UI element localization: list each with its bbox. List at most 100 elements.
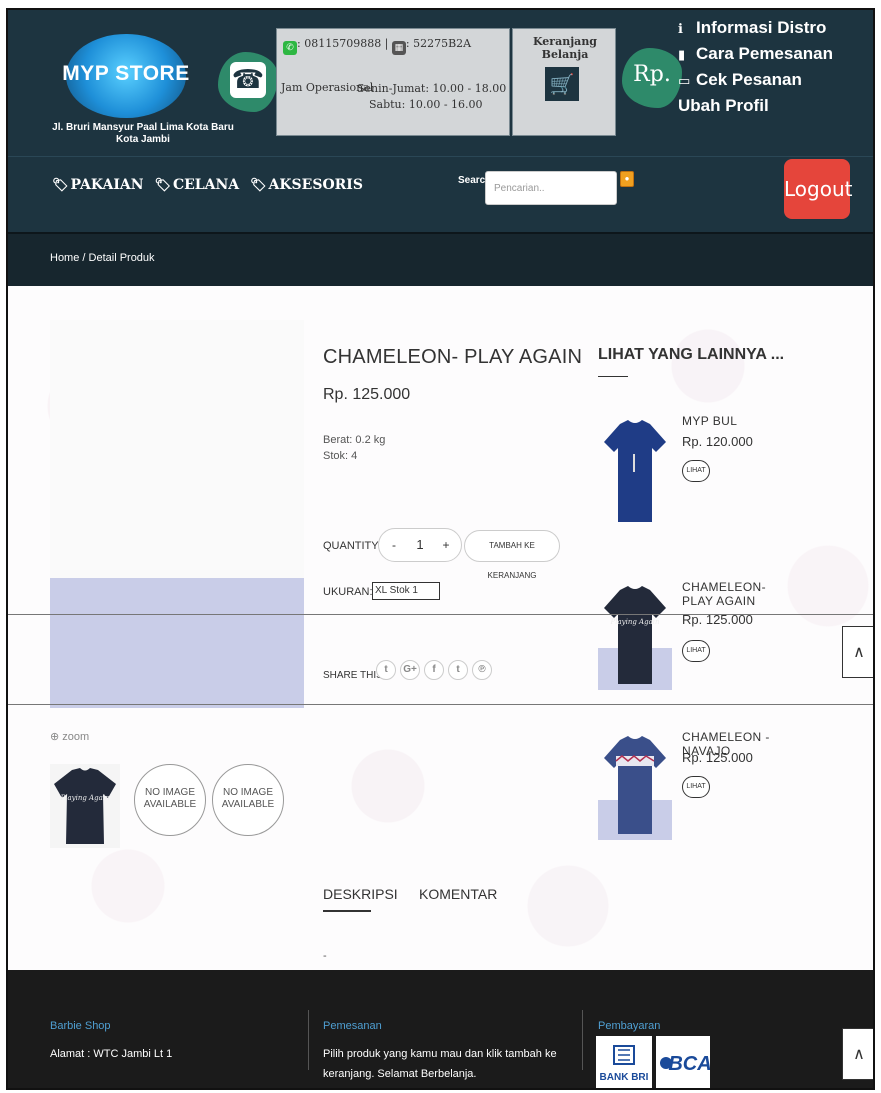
tag-icon: 🏷 [250, 178, 267, 193]
link-cek-pesanan[interactable]: ▭ Cek Pesanan [678, 68, 868, 94]
tag-icon: 🏷 [52, 178, 69, 193]
shopping-cart[interactable]: Keranjang Belanja 🛒 [512, 28, 616, 136]
svg-text:BCA: BCA [668, 1053, 710, 1075]
search-icon: ● [624, 174, 630, 183]
cart-icon[interactable]: 🛒 [545, 67, 579, 101]
related-item-name[interactable]: MYP BUL [682, 414, 792, 428]
footer-scroll-to-top-button[interactable]: ∧ [842, 1028, 873, 1080]
bbm-pin: : 52275B2A [405, 37, 472, 50]
link-cara-pemesanan[interactable]: ▮ Cara Pemesanan [678, 42, 868, 68]
quantity-label: QUANTITY: [323, 540, 382, 552]
monitor-icon: ▭ [678, 74, 691, 89]
quantity-input[interactable]: 1 [405, 529, 435, 561]
bank-bri-logo: BANK BRI [596, 1036, 652, 1088]
footer-heading-shop: Barbie Shop [50, 1020, 111, 1032]
site-header: MYP STORE Jl. Bruri Mansyur Paal Lima Ko… [8, 10, 873, 156]
quantity-stepper: - 1 + [378, 528, 462, 562]
info-icon: ℹ [678, 22, 683, 37]
chevron-up-icon: ∧ [853, 1044, 865, 1063]
facebook-icon[interactable]: f [424, 660, 444, 680]
link-ubah-profil[interactable]: Ubah Profil [678, 94, 868, 118]
chevron-up-icon: ∧ [853, 642, 865, 661]
related-item-image[interactable] [598, 414, 672, 524]
add-to-cart-button[interactable]: TAMBAH KE KERANJANG [464, 530, 560, 580]
nav-item-pakaian[interactable]: 🏷 PAKAIAN [52, 177, 144, 193]
footer-heading-payment: Pembayaran [598, 1020, 661, 1032]
tumblr-icon[interactable]: t [448, 660, 468, 680]
footer-heading-order: Pemesanan [323, 1020, 382, 1032]
related-item-name[interactable]: CHAMELEON- PLAY AGAIN [682, 580, 792, 608]
phone-icon: ☎ [230, 62, 266, 98]
search-button[interactable]: ● [620, 171, 634, 187]
related-item-view-button[interactable]: LIHAT [682, 460, 710, 482]
related-item: Playing Again CHAMELEON- PLAY AGAIN Rp. … [598, 580, 798, 690]
site-footer: Barbie Shop Alamat : WTC Jambi Lt 1 Peme… [8, 970, 873, 1088]
related-item-price: Rp. 120.000 [682, 434, 753, 449]
tag-icon: 🏷 [154, 178, 171, 193]
hours-weekday: Senin-Jumat: 10.00 - 18.00 [357, 82, 507, 95]
size-select[interactable]: XL Stok 1 [372, 582, 440, 600]
thumbnail-tshirt-image: Playing Again [54, 768, 116, 844]
logout-button[interactable]: Logout [784, 159, 852, 219]
footer-divider [582, 1010, 583, 1070]
thumbnail-2[interactable]: NO IMAGE AVAILABLE [134, 764, 206, 836]
contact-panel: ✆: 08115709888 | ▦: 52275B2A Jam Operasi… [276, 28, 510, 136]
nav-item-celana[interactable]: 🏷 CELANA [154, 177, 239, 193]
thumbnail-1[interactable]: Playing Again [50, 764, 120, 848]
quantity-increase-button[interactable]: + [435, 529, 457, 561]
related-item-image[interactable] [598, 730, 672, 840]
store-address: Jl. Bruri Mansyur Paal Lima Kota Baru Ko… [52, 122, 234, 145]
phone-badge: ☎ [218, 52, 278, 112]
related-item-view-button[interactable]: LIHAT [682, 776, 710, 798]
bank-bri-icon: BANK BRI [600, 1045, 649, 1083]
footer-divider [308, 1010, 309, 1070]
product-meta: Berat: 0.2 kg Stok: 4 [323, 432, 385, 464]
twitter-icon[interactable]: t [376, 660, 396, 680]
photo-backdrop-bottom [50, 578, 304, 708]
product-price: Rp. 125.000 [323, 386, 411, 403]
svg-text:BANK BRI: BANK BRI [600, 1072, 649, 1083]
link-informasi-distro[interactable]: ℹ Informasi Distro [678, 16, 868, 42]
size-label: UKURAN: [323, 586, 373, 598]
bbm-icon: ▦ [391, 41, 406, 55]
sticky-bar-bottom-border [8, 704, 873, 705]
thumbnail-3[interactable]: NO IMAGE AVAILABLE [212, 764, 284, 836]
bank-bca-logo: BCA [656, 1036, 712, 1088]
tab-komentar[interactable]: KOMENTAR [419, 886, 497, 902]
related-item-image[interactable]: Playing Again [598, 580, 672, 690]
google-plus-icon[interactable]: G+ [400, 660, 420, 680]
footer-shop-info: Barbie Shop Alamat : WTC Jambi Lt 1 [50, 1016, 300, 1064]
hours-times: Senin-Jumat: 10.00 - 18.00 Sabtu: 10.00 … [357, 81, 506, 113]
photo-backdrop-top [50, 320, 304, 578]
product-main-image[interactable]: Playing Again Sometimes We Miss Childhoo… [50, 320, 304, 708]
product-weight: Berat: 0.2 kg [323, 434, 386, 446]
footer-address: Alamat : WTC Jambi Lt 1 [50, 1048, 173, 1060]
nav-item-aksesoris[interactable]: 🏷 AKSESORIS [250, 177, 363, 193]
footer-order-text: Pilih produk yang kamu mau dan klik tamb… [323, 1048, 557, 1080]
zoom-link[interactable]: ⊕ zoom [50, 730, 89, 743]
store-logo[interactable]: MYP STORE Jl. Bruri Mansyur Paal Lima Ko… [48, 30, 234, 150]
footer-order-info: Pemesanan Pilih produk yang kamu mau dan… [323, 1016, 563, 1084]
active-tab-indicator [323, 910, 371, 912]
contact-numbers: ✆: 08115709888 | ▦: 52275B2A [283, 37, 471, 55]
quantity-decrease-button[interactable]: - [383, 529, 405, 561]
whatsapp-number: : 08115709888 | [297, 37, 389, 50]
breadcrumb-bar: Home / Detail Produk [8, 232, 873, 286]
pinterest-icon[interactable]: ℗ [472, 660, 492, 680]
bank-bca-icon: BCA [660, 1053, 712, 1075]
zoom-in-icon: ⊕ [50, 731, 60, 743]
related-item-view-button[interactable]: LIHAT [682, 640, 710, 662]
browser-viewport: MYP STORE Jl. Bruri Mansyur Paal Lima Ko… [6, 8, 875, 1090]
related-item: CHAMELEON - NAVAJO Rp. 125.000 LIHAT [598, 730, 798, 840]
product-stock: Stok: 4 [323, 450, 358, 462]
related-item-price: Rp. 125.000 [682, 750, 753, 765]
main-nav: 🏷PAKAIAN 🏷CELANA 🏷AKSESORIS Search ● Log… [8, 156, 873, 232]
scroll-to-top-button[interactable]: ∧ [842, 626, 873, 678]
tab-deskripsi[interactable]: DESKRIPSI [323, 886, 398, 902]
breadcrumb[interactable]: Home / Detail Produk [50, 252, 155, 264]
cart-title: Keranjang Belanja [532, 35, 598, 61]
search-input[interactable] [485, 171, 617, 205]
currency-badge: Rp. [622, 48, 682, 108]
hours-saturday: Sabtu: 10.00 - 16.00 [369, 98, 483, 111]
sticky-bar-top-border [8, 614, 873, 615]
